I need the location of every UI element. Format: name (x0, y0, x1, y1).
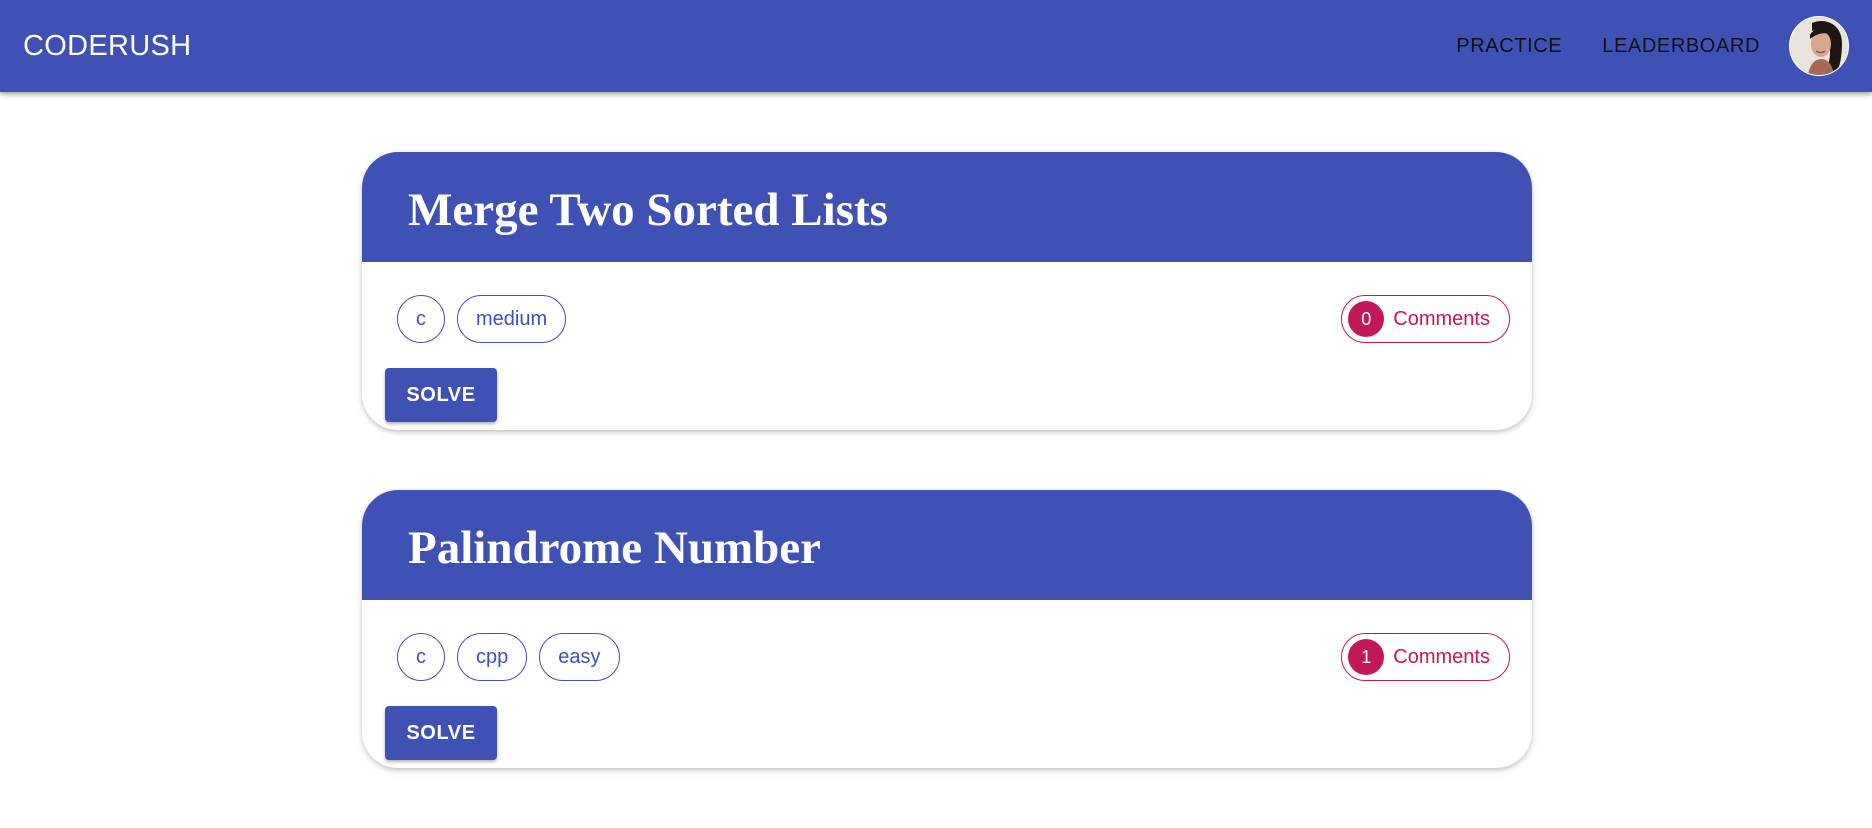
nav-practice[interactable]: PRACTICE (1456, 35, 1562, 58)
problem-card-header: Merge Two Sorted Lists (362, 152, 1532, 262)
tag-list: c medium (397, 295, 578, 343)
user-avatar-photo-icon (1790, 17, 1848, 75)
comments-chip[interactable]: 0 Comments (1341, 295, 1510, 343)
tag-chip: c (397, 295, 445, 343)
tag-chip: medium (457, 295, 567, 343)
comments-count-badge: 1 (1348, 639, 1385, 675)
problem-card-body: c cpp easy 1 Comments SOLVE (362, 600, 1532, 768)
problem-title: Merge Two Sorted Lists (408, 184, 888, 236)
problem-list: Merge Two Sorted Lists c medium 0 Commen… (362, 152, 1532, 828)
problem-card: Merge Two Sorted Lists c medium 0 Commen… (362, 152, 1532, 430)
comments-chip[interactable]: 1 Comments (1341, 633, 1510, 681)
nav-leaderboard[interactable]: LEADERBOARD (1602, 35, 1760, 58)
solve-button[interactable]: SOLVE (385, 706, 497, 760)
problem-card-header: Palindrome Number (362, 490, 1532, 600)
comments-label: Comments (1393, 645, 1490, 668)
tag-chip: c (397, 633, 445, 681)
problem-card: Palindrome Number c cpp easy 1 Comments … (362, 490, 1532, 768)
brand-logo[interactable]: CODERUSH (23, 30, 1416, 63)
problem-title: Palindrome Number (408, 522, 821, 574)
user-avatar[interactable] (1789, 16, 1849, 76)
app-bar: CODERUSH PRACTICE LEADERBOARD (0, 0, 1872, 92)
solve-button[interactable]: SOLVE (385, 368, 497, 422)
tag-chip: cpp (457, 633, 528, 681)
tag-list: c cpp easy (397, 633, 632, 681)
problem-card-body: c medium 0 Comments SOLVE (362, 262, 1532, 430)
comments-count-badge: 0 (1348, 301, 1385, 337)
comments-label: Comments (1393, 307, 1490, 330)
tag-chip: easy (539, 633, 620, 681)
